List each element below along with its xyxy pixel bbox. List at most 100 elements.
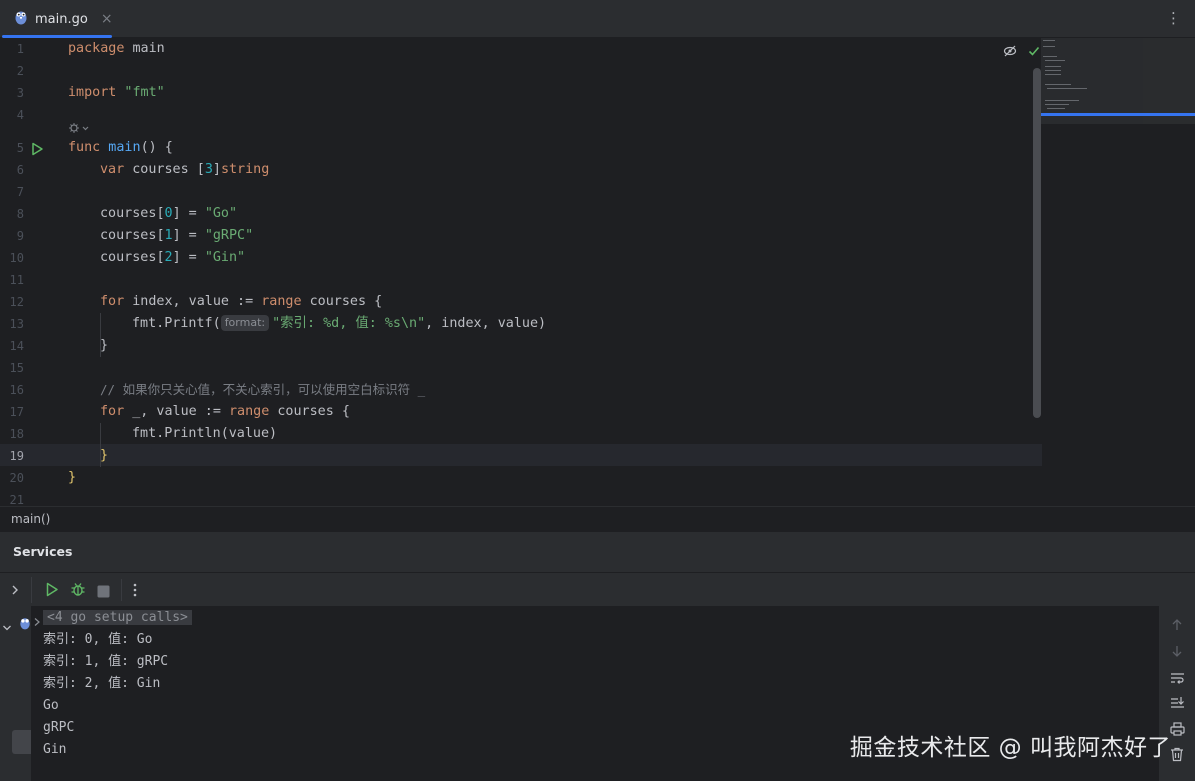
- debug-icon[interactable]: [70, 581, 86, 601]
- number-literal: 1: [164, 228, 173, 243]
- scroll-down-icon[interactable]: [1170, 643, 1184, 662]
- soft-wrap-icon[interactable]: [1170, 670, 1185, 689]
- string-literal: "索引: %d, 值: %s\n": [272, 316, 426, 331]
- breadcrumb[interactable]: main(): [0, 506, 1195, 532]
- keyword: var: [100, 162, 125, 177]
- console-line: gRPC: [43, 720, 75, 735]
- editor-scrollbar[interactable]: [1033, 68, 1041, 418]
- run-gutter-icon[interactable]: [30, 141, 44, 156]
- type-name: string: [220, 162, 270, 177]
- setup-calls-fold[interactable]: <4 go setup calls>: [43, 610, 192, 625]
- bracket: [: [156, 206, 165, 221]
- code-line-17: for _, value := range courses {: [100, 401, 350, 423]
- identifier: courses {: [301, 294, 383, 309]
- line-number: 13: [9, 317, 24, 331]
- string-literal: "Go": [204, 206, 238, 221]
- more-vertical-icon[interactable]: ⋮: [1166, 9, 1181, 27]
- bracket: [: [156, 250, 165, 265]
- bracket: ]: [172, 250, 181, 265]
- code-line-10: courses[2] = "Gin": [100, 247, 245, 269]
- punctuation: () {: [140, 140, 173, 155]
- line-number: 14: [9, 339, 24, 353]
- operator: =: [180, 228, 205, 243]
- line-number: 18: [9, 427, 24, 441]
- reader-mode-icon[interactable]: [1003, 43, 1017, 62]
- line-number: 7: [16, 185, 24, 199]
- identifier: courses: [124, 162, 197, 177]
- gopher-icon: [14, 9, 28, 29]
- keyword: range: [261, 294, 302, 309]
- close-icon[interactable]: ×: [101, 11, 113, 27]
- keyword: for: [100, 404, 125, 419]
- function-call: Println: [164, 426, 221, 441]
- line-number: 21: [9, 493, 24, 506]
- line-number: 1: [16, 42, 24, 56]
- line-number: 4: [16, 108, 24, 122]
- identifier: courses {: [269, 404, 350, 419]
- editor-tab-bar: main.go × ⋮: [0, 0, 1195, 38]
- function-call: Printf: [164, 316, 213, 331]
- line-number-gutter: 1 2 3 4 5 6 7 8 9 10 11 12 13 14 15 16 1…: [0, 38, 62, 506]
- line-number: 11: [9, 273, 24, 287]
- line-number: 16: [9, 383, 24, 397]
- stop-icon[interactable]: [97, 583, 110, 602]
- code-line-20: }: [68, 470, 77, 485]
- code-content[interactable]: package main import "fmt" func main() { …: [68, 38, 1028, 506]
- expand-icon[interactable]: [9, 582, 21, 601]
- string-literal: "gRPC": [204, 228, 254, 243]
- more-vertical-icon[interactable]: [132, 582, 138, 602]
- code-line-19: }: [100, 448, 109, 463]
- run-icon[interactable]: [45, 582, 59, 601]
- print-icon[interactable]: [1170, 721, 1185, 740]
- string-literal: "Gin": [204, 250, 246, 265]
- bracket: [: [196, 162, 205, 177]
- line-number: 3: [16, 86, 24, 100]
- line-number: 12: [9, 295, 24, 309]
- editor-status-icons: [1003, 43, 1041, 62]
- line-number: 2: [16, 64, 24, 78]
- code-line-9: courses[1] = "gRPC": [100, 225, 253, 247]
- code-minimap[interactable]: [1041, 38, 1195, 124]
- chevron-down-icon[interactable]: [2, 617, 12, 636]
- number-literal: 2: [164, 250, 173, 265]
- identifiers: index, value :=: [124, 294, 262, 309]
- bracket: [: [156, 228, 165, 243]
- number-literal: 3: [204, 162, 213, 177]
- line-number: 6: [16, 163, 24, 177]
- arguments: (value): [220, 426, 278, 441]
- trash-icon[interactable]: [1170, 747, 1184, 766]
- identifiers: _, value :=: [124, 404, 229, 419]
- line-number: 20: [9, 471, 24, 485]
- keyword: import: [68, 85, 117, 100]
- services-tree[interactable]: [0, 606, 31, 781]
- code-line-1: package main: [68, 38, 165, 60]
- keyword: range: [229, 404, 270, 419]
- keyword: func: [68, 140, 101, 155]
- services-panel-title: Services: [0, 532, 1195, 572]
- paren: (: [212, 316, 221, 331]
- bracket: ]: [212, 162, 221, 177]
- gopher-icon: [19, 615, 31, 634]
- tree-selection: [12, 730, 31, 754]
- console-line: 索引: 2, 值: Gin: [43, 676, 161, 691]
- arguments: , index, value): [425, 316, 547, 331]
- parameter-hint: format:: [220, 315, 270, 331]
- operator: =: [180, 206, 205, 221]
- line-number: 15: [9, 361, 24, 375]
- keyword: package: [68, 41, 125, 56]
- bracket: ]: [172, 228, 181, 243]
- tab-main-go[interactable]: main.go ×: [0, 0, 113, 38]
- tab-title: main.go: [35, 11, 88, 27]
- line-number: 10: [9, 251, 24, 265]
- code-editor[interactable]: 1 2 3 4 5 6 7 8 9 10 11 12 13 14 15 16 1…: [0, 38, 1195, 506]
- code-line-14: }: [100, 338, 109, 353]
- chevron-right-icon[interactable]: [33, 612, 41, 631]
- minimap-viewport: [1041, 113, 1195, 116]
- package-ref: fmt.: [132, 426, 165, 441]
- scroll-up-icon[interactable]: [1170, 617, 1184, 636]
- console-line: 索引: 1, 值: gRPC: [43, 654, 169, 669]
- function-name: main: [100, 140, 141, 155]
- scroll-to-end-icon[interactable]: [1170, 695, 1185, 714]
- check-icon[interactable]: [1027, 43, 1041, 62]
- code-line-3: import "fmt": [68, 82, 165, 104]
